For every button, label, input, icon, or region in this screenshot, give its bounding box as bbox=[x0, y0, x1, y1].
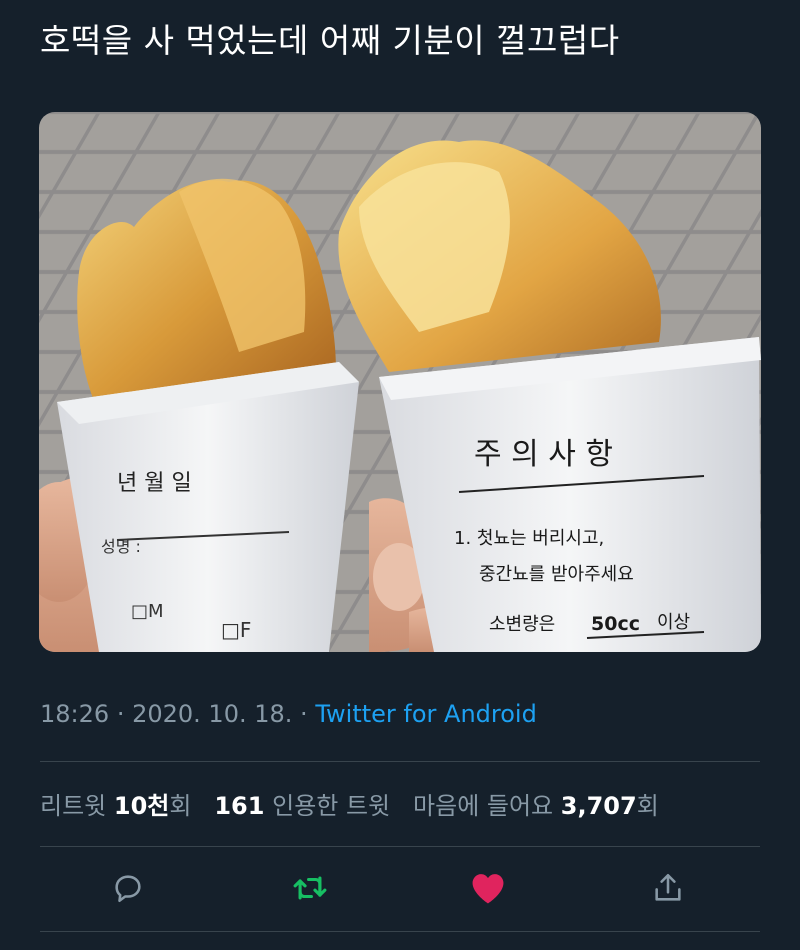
tweet-source-link[interactable]: Twitter for Android bbox=[315, 700, 536, 728]
tweet-text: 호떡을 사 먹었는데 어째 기분이 껄끄럽다 bbox=[40, 21, 620, 60]
tweet-time: 18:26 bbox=[40, 700, 110, 728]
retweets-label: 리트윗 bbox=[40, 792, 107, 820]
share-icon bbox=[655, 873, 681, 901]
cup-caution-line3-prefix: 소변량은 bbox=[489, 614, 555, 635]
divider bbox=[40, 931, 760, 932]
share-button[interactable] bbox=[638, 858, 698, 918]
quotes-count: 161 bbox=[214, 792, 265, 820]
tweet-photo[interactable]: 년 월 일 성명 : □M □F 주 의 사 항 1. 첫뇨는 버리시고, 중간… bbox=[39, 112, 761, 652]
tweet-stats: 리트윗 10천회 161 인용한 트윗 마음에 들어요 3,707회 bbox=[40, 786, 659, 821]
retweets-count: 10천 bbox=[113, 792, 170, 820]
quotes-stat[interactable]: 161 인용한 트윗 bbox=[214, 792, 390, 820]
reply-icon bbox=[115, 875, 141, 903]
cup-sex-f: □F bbox=[221, 618, 251, 642]
cup-caution-line2: 중간뇨를 받아주세요 bbox=[479, 564, 634, 585]
likes-stat[interactable]: 마음에 들어요 3,707회 bbox=[413, 792, 659, 820]
like-button[interactable] bbox=[458, 858, 518, 918]
cup-date-label: 년 월 일 bbox=[117, 471, 192, 496]
meta-separator: · bbox=[300, 700, 308, 728]
tweet-actions bbox=[40, 858, 760, 918]
cup-name-label: 성명 : bbox=[101, 537, 141, 556]
cup-caution-line1: 1. 첫뇨는 버리시고, bbox=[454, 528, 604, 549]
retweet-button[interactable] bbox=[280, 858, 340, 918]
likes-count: 3,707 bbox=[560, 792, 637, 820]
retweets-stat[interactable]: 리트윗 10천회 bbox=[40, 792, 191, 820]
likes-suffix: 회 bbox=[636, 792, 659, 820]
cup-caution-heading: 주 의 사 항 bbox=[474, 437, 613, 472]
likes-label: 마음에 들어요 bbox=[413, 792, 554, 820]
divider bbox=[40, 846, 760, 847]
tweet-timestamp: 18:26 · 2020. 10. 18. · Twitter for Andr… bbox=[40, 700, 537, 728]
retweet-icon bbox=[293, 876, 327, 900]
meta-separator: · bbox=[116, 700, 125, 728]
tweet-date: 2020. 10. 18. bbox=[132, 700, 293, 728]
photo-hotteok-cups: 년 월 일 성명 : □M □F 주 의 사 항 1. 첫뇨는 버리시고, 중간… bbox=[39, 112, 761, 652]
cup-caution-line3-suffix: 이상 bbox=[657, 612, 690, 633]
divider bbox=[40, 761, 760, 762]
cup-sex-m: □M bbox=[131, 601, 164, 622]
reply-button[interactable] bbox=[98, 858, 158, 918]
like-icon bbox=[472, 874, 504, 904]
retweets-suffix: 회 bbox=[169, 792, 192, 820]
quotes-label: 인용한 트윗 bbox=[272, 792, 391, 820]
cup-caution-line3-value: 50cc bbox=[591, 613, 640, 635]
